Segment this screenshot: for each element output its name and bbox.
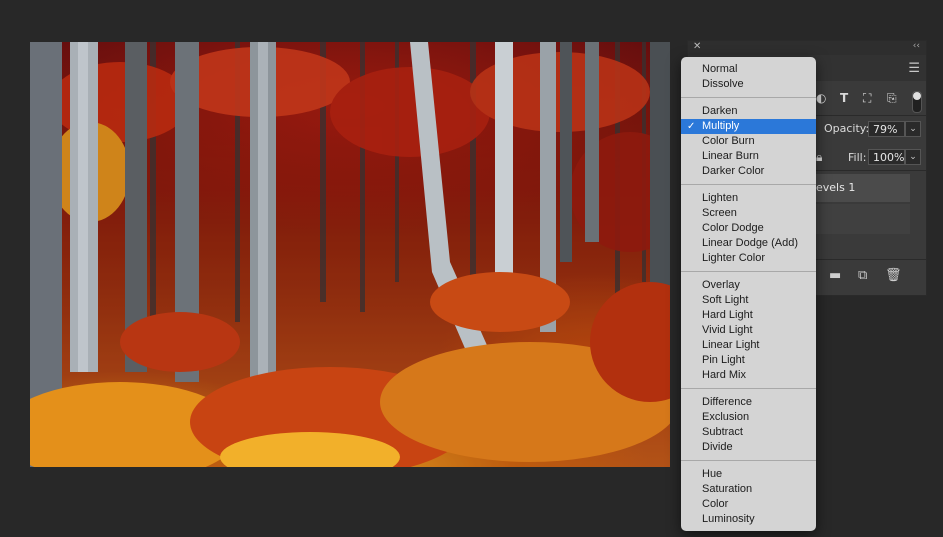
shape-icon[interactable]: ⛶	[863, 91, 871, 106]
blend-option-linear-light[interactable]: Linear Light	[681, 338, 816, 353]
blend-option-normal[interactable]: Normal	[681, 62, 816, 77]
adjustment-icon[interactable]: ◐	[816, 91, 826, 105]
blend-option-exclusion[interactable]: Exclusion	[681, 410, 816, 425]
blend-mode-menu: NormalDissolveDarkenMultiplyColor BurnLi…	[681, 57, 816, 531]
blend-option-pin-light[interactable]: Pin Light	[681, 353, 816, 368]
menu-separator	[681, 184, 816, 185]
menu-separator	[681, 388, 816, 389]
lock-icon[interactable]: 🔒︎	[816, 150, 822, 165]
filter-toggle[interactable]	[912, 91, 922, 113]
trash-icon[interactable]: 🗑︎	[885, 268, 902, 283]
blend-option-linear-burn[interactable]: Linear Burn	[681, 149, 816, 164]
layer-name: evels 1	[816, 181, 856, 194]
blend-option-hard-mix[interactable]: Hard Mix	[681, 368, 816, 383]
blend-option-luminosity[interactable]: Luminosity	[681, 512, 816, 527]
type-icon[interactable]: T	[840, 91, 848, 105]
blend-option-subtract[interactable]: Subtract	[681, 425, 816, 440]
blend-option-color-burn[interactable]: Color Burn	[681, 134, 816, 149]
blend-option-darker-color[interactable]: Darker Color	[681, 164, 816, 179]
panel-title-bar	[688, 41, 926, 55]
blend-option-overlay[interactable]: Overlay	[681, 278, 816, 293]
blend-option-divide[interactable]: Divide	[681, 440, 816, 455]
smart-object-icon[interactable]: ⎘	[887, 91, 897, 106]
blend-option-dissolve[interactable]: Dissolve	[681, 77, 816, 92]
menu-separator	[681, 97, 816, 98]
blend-option-lighter-color[interactable]: Lighter Color	[681, 251, 816, 266]
blend-option-multiply[interactable]: Multiply	[681, 119, 816, 134]
blend-option-vivid-light[interactable]: Vivid Light	[681, 323, 816, 338]
blend-option-soft-light[interactable]: Soft Light	[681, 293, 816, 308]
fill-label: Fill:	[848, 151, 867, 164]
blend-option-difference[interactable]: Difference	[681, 395, 816, 410]
menu-separator	[681, 271, 816, 272]
panel-menu-icon[interactable]: ☰	[908, 61, 920, 76]
folder-icon[interactable]: ▬	[829, 268, 841, 283]
blend-option-linear-dodge-add[interactable]: Linear Dodge (Add)	[681, 236, 816, 251]
new-layer-icon[interactable]: ⧉	[858, 268, 867, 283]
blend-option-hard-light[interactable]: Hard Light	[681, 308, 816, 323]
blend-option-hue[interactable]: Hue	[681, 467, 816, 482]
blend-option-color[interactable]: Color	[681, 497, 816, 512]
blend-option-lighten[interactable]: Lighten	[681, 191, 816, 206]
blend-option-color-dodge[interactable]: Color Dodge	[681, 221, 816, 236]
forest-illustration	[30, 42, 670, 467]
blend-option-screen[interactable]: Screen	[681, 206, 816, 221]
canvas-photo[interactable]	[30, 42, 670, 467]
fill-input[interactable]: 100%	[868, 149, 905, 165]
menu-separator	[681, 460, 816, 461]
blend-option-darken[interactable]: Darken	[681, 104, 816, 119]
blend-option-saturation[interactable]: Saturation	[681, 482, 816, 497]
opacity-dropdown-arrow[interactable]: ⌄	[905, 121, 921, 137]
collapse-icon[interactable]: ‹‹	[913, 41, 920, 51]
fill-dropdown-arrow[interactable]: ⌄	[905, 149, 921, 165]
close-icon[interactable]: ✕	[693, 41, 701, 52]
opacity-input[interactable]: 79%	[868, 121, 905, 137]
opacity-label: Opacity:	[824, 122, 870, 135]
